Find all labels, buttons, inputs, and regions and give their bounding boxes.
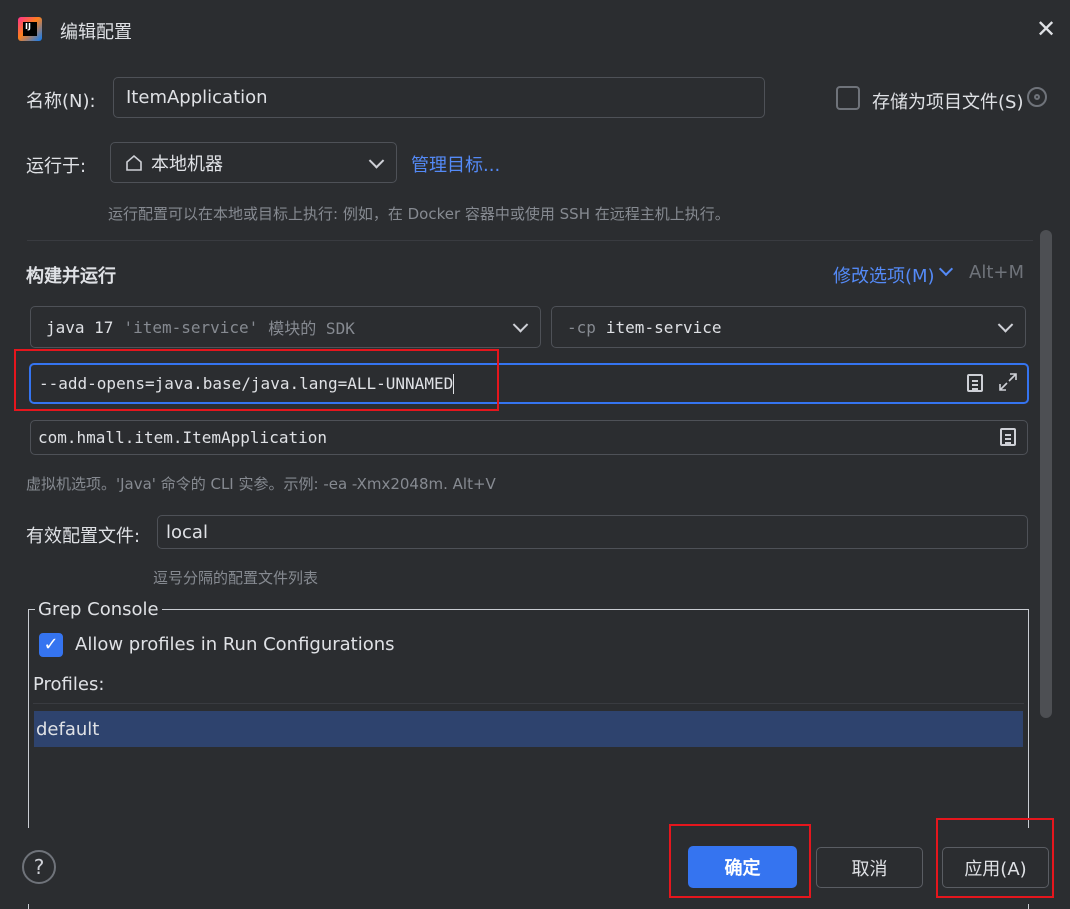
home-icon xyxy=(125,154,143,172)
profiles-list-label: Profiles: xyxy=(33,674,105,695)
manage-targets-link[interactable]: 管理目标... xyxy=(411,151,500,177)
name-input[interactable]: ItemApplication xyxy=(113,77,765,118)
cancel-button[interactable]: 取消 xyxy=(816,847,923,888)
main-class-input[interactable]: com.hmall.item.ItemApplication xyxy=(30,420,1028,455)
sdk-suffix: 模块的 SDK xyxy=(268,319,355,338)
chevron-down-icon xyxy=(512,317,529,333)
expand-icon[interactable] xyxy=(997,371,1019,393)
divider xyxy=(27,240,1033,241)
profiles-label: 有效配置文件: xyxy=(26,526,141,547)
run-on-dropdown[interactable]: 本地机器 xyxy=(110,142,397,183)
store-as-file-label: 存储为项目文件(S) xyxy=(872,92,1024,113)
run-on-hint: 运行配置可以在本地或目标上执行: 例如，在 Docker 容器中或使用 SSH … xyxy=(108,205,730,223)
grep-console-title: Grep Console xyxy=(35,599,162,620)
profiles-hint: 逗号分隔的配置文件列表 xyxy=(153,569,319,587)
gear-icon[interactable] xyxy=(1027,87,1047,107)
classpath-dropdown[interactable]: -cp item-service xyxy=(551,306,1026,348)
store-as-file-checkbox[interactable] xyxy=(836,86,860,110)
document-icon[interactable] xyxy=(967,374,983,392)
document-icon[interactable] xyxy=(1000,428,1016,446)
run-on-label: 运行于: xyxy=(26,156,87,177)
highlight-box-ok xyxy=(669,824,811,898)
highlight-box-apply xyxy=(936,818,1054,898)
run-on-value: 本地机器 xyxy=(151,153,223,175)
chevron-down-icon xyxy=(997,317,1014,333)
chevron-down-icon xyxy=(368,152,385,169)
name-label: 名称(N): xyxy=(26,91,96,112)
chevron-down-icon xyxy=(938,261,954,277)
allow-profiles-label: Allow profiles in Run Configurations xyxy=(75,634,395,655)
cp-prefix: -cp xyxy=(567,317,596,337)
help-icon[interactable]: ? xyxy=(22,850,56,884)
sdk-module: 'item-service' xyxy=(123,317,259,337)
modify-options-link[interactable]: 修改选项(M) xyxy=(833,262,935,288)
cp-value: item-service xyxy=(605,317,722,337)
close-icon[interactable]: ✕ xyxy=(1034,17,1058,42)
vm-hint: 虚拟机选项。'Java' 命令的 CLI 实参。示例: -ea -Xmx2048… xyxy=(26,475,496,493)
allow-profiles-checkbox[interactable]: ✓ xyxy=(39,633,63,657)
intellij-icon: IJ xyxy=(18,17,42,41)
modify-shortcut: Alt+M xyxy=(969,262,1024,283)
sdk-java: java 17 xyxy=(46,317,114,337)
section-title: 构建并运行 xyxy=(26,266,116,287)
scrollbar[interactable] xyxy=(1040,230,1052,718)
dialog-title: 编辑配置 xyxy=(60,22,132,43)
profiles-input[interactable]: local xyxy=(157,515,1028,549)
sdk-dropdown[interactable]: java 17 'item-service' 模块的 SDK xyxy=(30,306,541,348)
highlight-box-vm xyxy=(14,349,499,411)
list-item[interactable]: default xyxy=(34,711,1023,747)
